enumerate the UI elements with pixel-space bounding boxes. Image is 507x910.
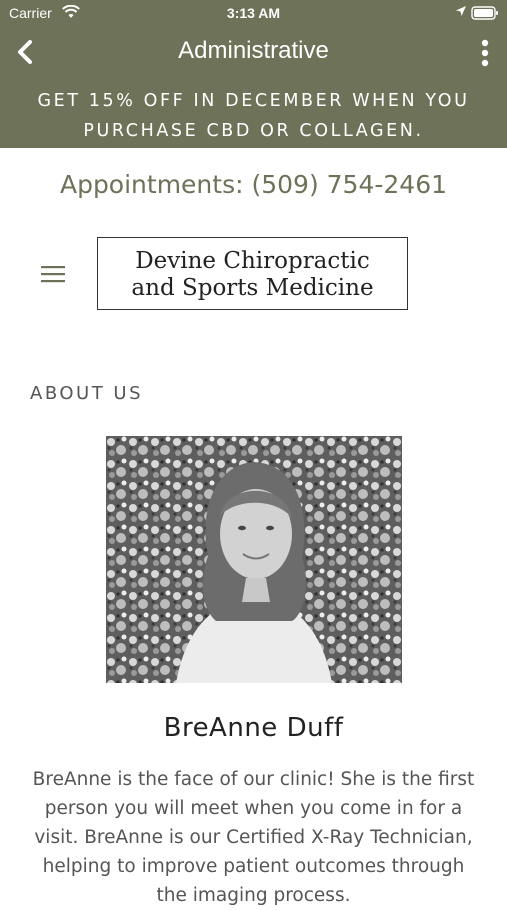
nav-title: Administrative [178, 37, 329, 64]
staff-name: BreAnne Duff [163, 713, 344, 743]
section-heading: ABOUT US [30, 383, 144, 404]
battery-icon [471, 6, 499, 24]
staff-photo [106, 436, 402, 683]
more-vertical-icon[interactable] [477, 38, 493, 68]
appointments-phone[interactable]: Appointments: (509) 754-2461 [0, 170, 507, 199]
location-arrow-icon [455, 5, 467, 21]
promo-line-1: GET 15% OFF IN DECEMBER WHEN YOU [37, 91, 470, 111]
promo-banner[interactable]: GET 15% OFF IN DECEMBER WHEN YOU PURCHAS… [0, 86, 507, 146]
hamburger-menu-icon[interactable] [38, 263, 68, 285]
status-time: 3:13 AM [226, 5, 281, 21]
status-bar: Carrier 3:13 AM [0, 0, 507, 28]
staff-bio: BreAnne is the face of our clinic! She i… [32, 769, 475, 906]
site-logo[interactable]: Devine Chiropractic and Sports Medicine [97, 237, 408, 310]
logo-line-1: Devine Chiropractic [135, 248, 370, 274]
logo-line-2: and Sports Medicine [131, 275, 374, 301]
promo-line-2: PURCHASE CBD OR COLLAGEN. [83, 121, 424, 141]
navigation-bar: Administrative [0, 30, 507, 74]
top-bar: Carrier 3:13 AM Administrative GET 15% O… [0, 0, 507, 148]
